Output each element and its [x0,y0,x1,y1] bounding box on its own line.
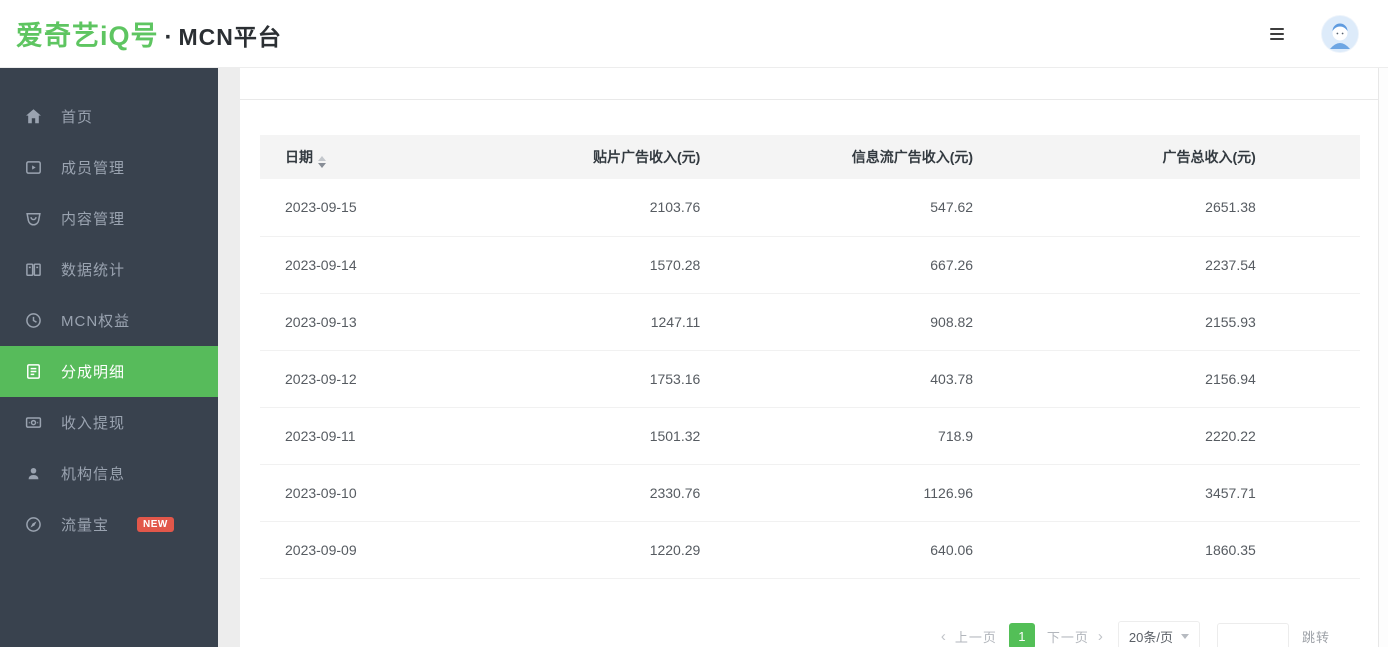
sidebar-item-home[interactable]: 首页 [0,91,218,142]
cell-date: 2023-09-12 [260,350,502,407]
avatar-illustration [1322,16,1358,52]
cell-total: 3457.71 [987,464,1270,521]
app-logo: 爱奇艺iQ号 · MCN平台 [16,14,282,53]
sidebar-item-label: 首页 [61,106,93,127]
cell-preroll: 1501.32 [502,407,714,464]
compass-icon [25,516,42,533]
top-header: 爱奇艺iQ号 · MCN平台 [0,0,1388,68]
jump-button[interactable]: 跳转 [1302,627,1330,646]
cell-feed: 1126.96 [714,464,987,521]
page-size-select[interactable]: 20条/页 [1118,621,1200,647]
cell-preroll: 1220.29 [502,521,714,578]
sidebar-item-label: 分成明细 [61,361,125,382]
revenue-table: 日期 贴片广告收入(元) 信息流广告收入(元) 广告总收入(元) 2023-09… [260,135,1360,579]
table-row: 2023-09-14 1570.28 667.26 2237.54 [260,236,1360,293]
table-header-row: 日期 贴片广告收入(元) 信息流广告收入(元) 广告总收入(元) [260,135,1360,179]
table-row: 2023-09-15 2103.76 547.62 2651.38 [260,179,1360,236]
sidebar-item-label: 机构信息 [61,463,125,484]
member-video-frame-icon [25,159,42,176]
cell-feed: 640.06 [714,521,987,578]
column-header-total-ad-revenue: 广告总收入(元) [987,135,1270,179]
sidebar-item-label: 收入提现 [61,412,125,433]
jump-page-input[interactable] [1217,623,1289,647]
sidebar-item-traffic-treasure[interactable]: 流量宝 NEW [0,499,218,550]
logo-separator: · [165,24,173,52]
revenue-detail-content: 日期 贴片广告收入(元) 信息流广告收入(元) 广告总收入(元) 2023-09… [240,100,1378,647]
banknote-icon [25,414,42,431]
cell-feed: 908.82 [714,293,987,350]
sidebar-item-mcn-rights[interactable]: MCN权益 [0,295,218,346]
sidebar-item-label: 成员管理 [61,157,125,178]
sidebar-item-withdraw[interactable]: 收入提现 [0,397,218,448]
revenue-document-icon [25,363,42,380]
cell-date: 2023-09-15 [260,179,502,236]
sidebar-item-content[interactable]: 内容管理 [0,193,218,244]
clock-icon [25,312,42,329]
pagination-bar: ‹ 上一页 1 下一页 › 20条/页 跳转 [260,621,1360,647]
cell-total: 2651.38 [987,179,1270,236]
new-badge: NEW [137,517,174,532]
sidebar-nav: 首页 成员管理 内容管理 [0,68,218,647]
sidebar-item-members[interactable]: 成员管理 [0,142,218,193]
cell-preroll: 2103.76 [502,179,714,236]
sidebar-item-label: 内容管理 [61,208,125,229]
cell-date: 2023-09-09 [260,521,502,578]
person-icon [25,465,42,482]
vertical-scrollbar[interactable] [1378,68,1388,647]
page-size-value: 20条/页 [1129,627,1173,646]
page-body: 首页 成员管理 内容管理 [0,68,1388,647]
prev-chevron-icon[interactable]: ‹ [941,628,946,645]
sidebar-item-revenue-detail[interactable]: 分成明细 [0,346,218,397]
table-row: 2023-09-12 1753.16 403.78 2156.94 [260,350,1360,407]
table-row: 2023-09-09 1220.29 640.06 1860.35 [260,521,1360,578]
column-header-feed-ad-revenue: 信息流广告收入(元) [714,135,987,179]
next-chevron-icon[interactable]: › [1098,628,1103,645]
content-box-icon [25,210,42,227]
cell-date: 2023-09-14 [260,236,502,293]
cell-total: 2156.94 [987,350,1270,407]
header-actions [1270,16,1368,52]
sort-caret-icon[interactable] [318,156,326,168]
cell-date: 2023-09-11 [260,407,502,464]
main-area: 日期 贴片广告收入(元) 信息流广告收入(元) 广告总收入(元) 2023-09… [240,68,1378,647]
cell-feed: 667.26 [714,236,987,293]
cell-feed: 403.78 [714,350,987,407]
sidebar-item-label: 数据统计 [61,259,125,280]
table-row: 2023-09-10 2330.76 1126.96 3457.71 [260,464,1360,521]
cell-date: 2023-09-10 [260,464,502,521]
sidebar-item-label: 流量宝 [61,514,109,535]
table-row: 2023-09-13 1247.11 908.82 2155.93 [260,293,1360,350]
cell-feed: 718.9 [714,407,987,464]
column-header-preroll-ad-revenue: 贴片广告收入(元) [502,135,714,179]
cell-preroll: 1753.16 [502,350,714,407]
next-page-button[interactable]: 下一页 [1047,627,1089,646]
cell-feed: 547.62 [714,179,987,236]
stats-book-icon [25,261,42,278]
cell-total: 2220.22 [987,407,1270,464]
cell-total: 2237.54 [987,236,1270,293]
prev-page-button[interactable]: 上一页 [955,627,997,646]
user-avatar[interactable] [1322,16,1358,52]
cell-total: 2155.93 [987,293,1270,350]
home-icon [25,108,42,125]
chevron-down-icon [1181,634,1189,639]
cell-date: 2023-09-13 [260,293,502,350]
menu-hamburger-icon[interactable] [1270,28,1284,40]
table-row: 2023-09-11 1501.32 718.9 2220.22 [260,407,1360,464]
mcn-platform-page: 爱奇艺iQ号 · MCN平台 [0,0,1388,647]
cell-total: 1860.35 [987,521,1270,578]
logo-brand-text: 爱奇艺iQ号 [16,14,159,53]
sidebar-item-org-info[interactable]: 机构信息 [0,448,218,499]
page-number-1[interactable]: 1 [1009,623,1035,647]
sidebar-item-label: MCN权益 [61,310,130,331]
breadcrumb-strip [240,68,1378,100]
sidebar-gutter [218,68,240,647]
cell-preroll: 1247.11 [502,293,714,350]
cell-preroll: 2330.76 [502,464,714,521]
logo-platform-text: MCN平台 [179,18,282,52]
sidebar-item-stats[interactable]: 数据统计 [0,244,218,295]
cell-preroll: 1570.28 [502,236,714,293]
column-header-date[interactable]: 日期 [260,135,502,179]
